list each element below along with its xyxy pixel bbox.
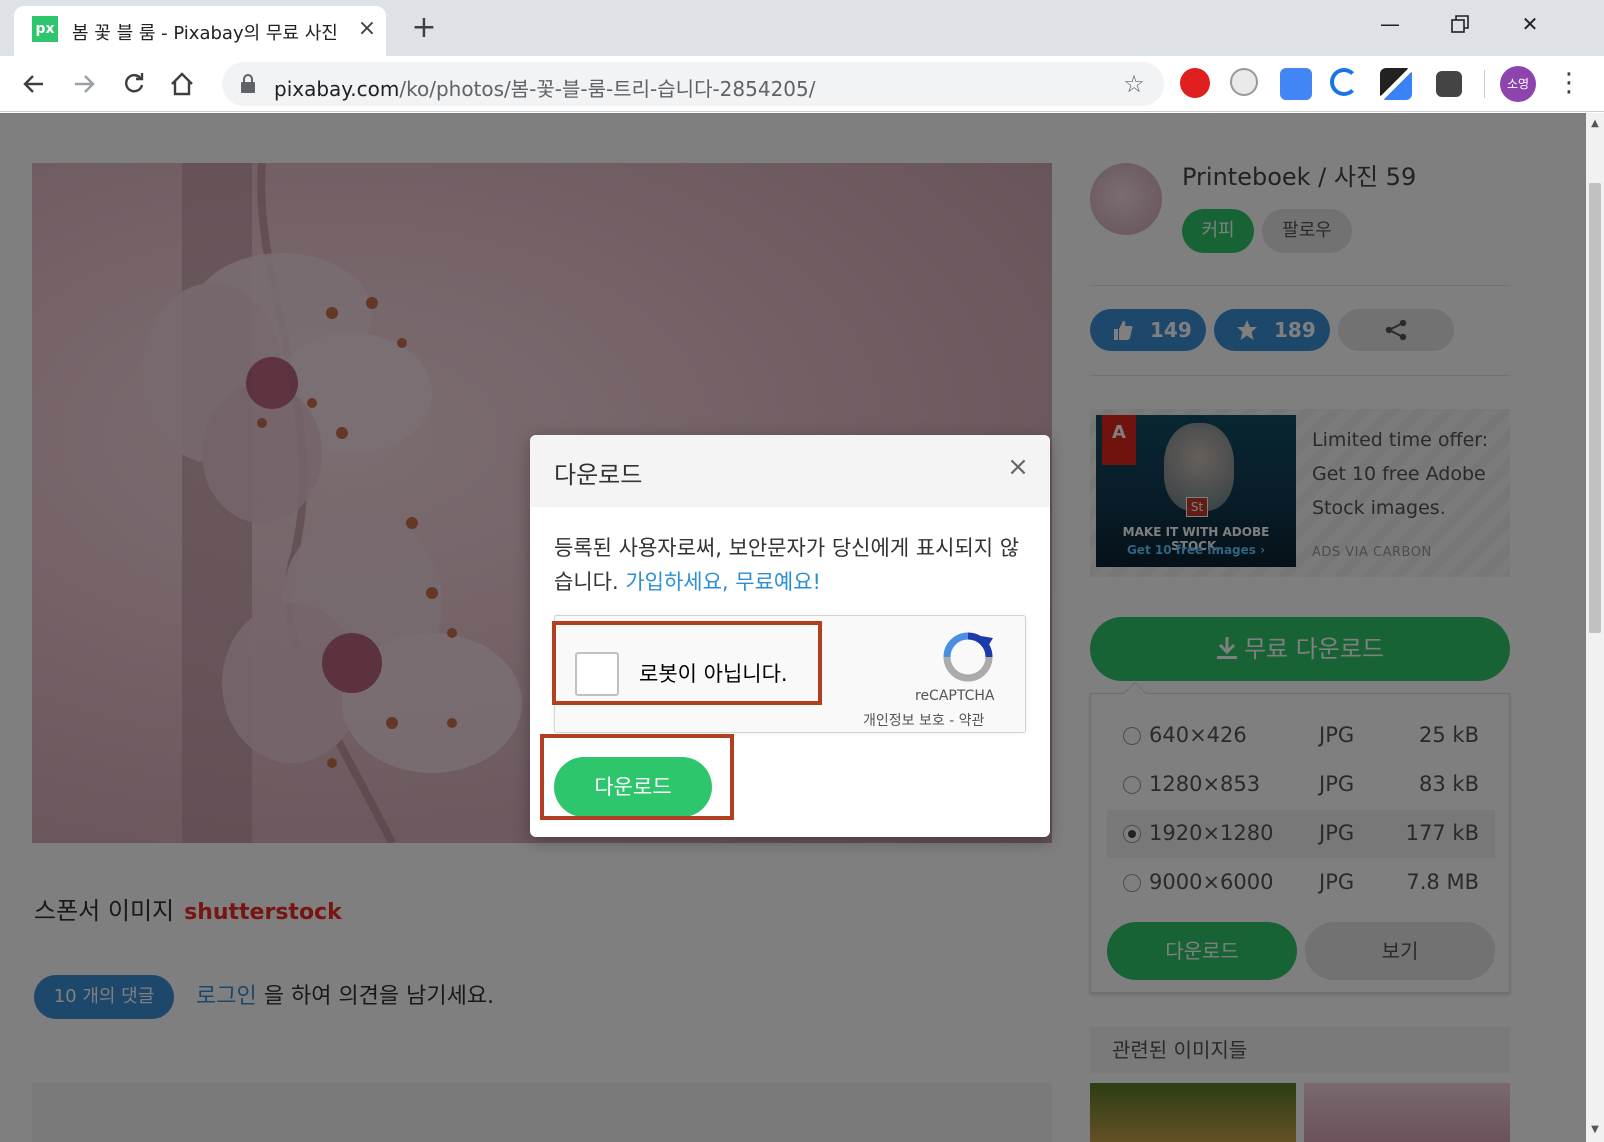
mouse-extension-icon[interactable] [1230,68,1258,96]
forward-icon[interactable] [66,66,102,102]
adblock-extension-icon[interactable] [1180,68,1210,98]
page-viewport: 스폰서 이미지shutterstock 10 개의 댓글 로그인 을 하여 의견… [0,113,1586,1142]
home-icon[interactable] [164,66,200,102]
profile-avatar[interactable]: 소영 [1500,66,1536,102]
recaptcha-brand: reCAPTCHA [915,688,995,704]
scroll-down-icon[interactable]: ▼ [1586,1121,1604,1139]
browser-toolbar: pixabay.com/ko/photos/봄-꽃-블-룸-트리-습니다-285… [0,56,1604,112]
modal-header: 다운로드 × [530,435,1050,507]
restore-icon[interactable] [1430,6,1490,42]
translate-extension-icon[interactable] [1280,68,1312,100]
browser-tab[interactable]: px 봄 꽃 블 룸 - Pixabay의 무료 사진 × [14,6,386,56]
modal-title: 다운로드 [554,461,643,489]
eyedropper-extension-icon[interactable] [1380,68,1412,100]
pixabay-favicon-icon: px [32,16,58,42]
modal-message: 등록된 사용자로써, 보안문자가 당신에게 표시되지 않습니다. 가입하세요, … [554,531,1034,599]
toolbar-divider [1484,70,1485,98]
modal-close-icon[interactable]: × [1004,451,1032,483]
new-tab-plus-icon[interactable]: + [408,10,440,46]
recaptcha-logo-icon [943,632,993,682]
back-icon[interactable] [16,66,52,102]
highlight-download-box [540,734,734,820]
info-extension-icon[interactable] [1436,71,1462,97]
address-bar[interactable]: pixabay.com/ko/photos/봄-꽃-블-룸-트리-습니다-285… [222,62,1164,106]
tab-strip: px 봄 꽃 블 룸 - Pixabay의 무료 사진 × + — ✕ [0,0,1604,56]
scrollbar-thumb[interactable] [1589,183,1601,633]
tab-title: 봄 꽃 블 룸 - Pixabay의 무료 사진 [72,23,338,44]
url-text[interactable]: pixabay.com/ko/photos/봄-꽃-블-룸-트리-습니다-285… [274,73,816,102]
highlight-captcha-box [552,621,822,705]
reload-icon[interactable] [116,66,152,102]
recaptcha-terms-link[interactable]: 개인정보 보호 - 약관 [863,710,984,730]
signup-link[interactable]: 가입하세요, 무료예요! [625,570,821,594]
bookmark-star-icon[interactable]: ☆ [1120,70,1148,98]
scroll-up-icon[interactable]: ▲ [1586,115,1604,133]
page-scrollbar[interactable]: ▲ ▼ [1586,113,1604,1142]
window-close-icon[interactable]: ✕ [1500,6,1560,42]
lock-icon [241,74,255,93]
minimize-icon[interactable]: — [1360,6,1420,42]
refresh-extension-icon[interactable] [1330,68,1358,96]
menu-kebab-icon[interactable]: ⋮ [1556,68,1582,100]
tab-close-icon[interactable]: × [354,14,380,44]
